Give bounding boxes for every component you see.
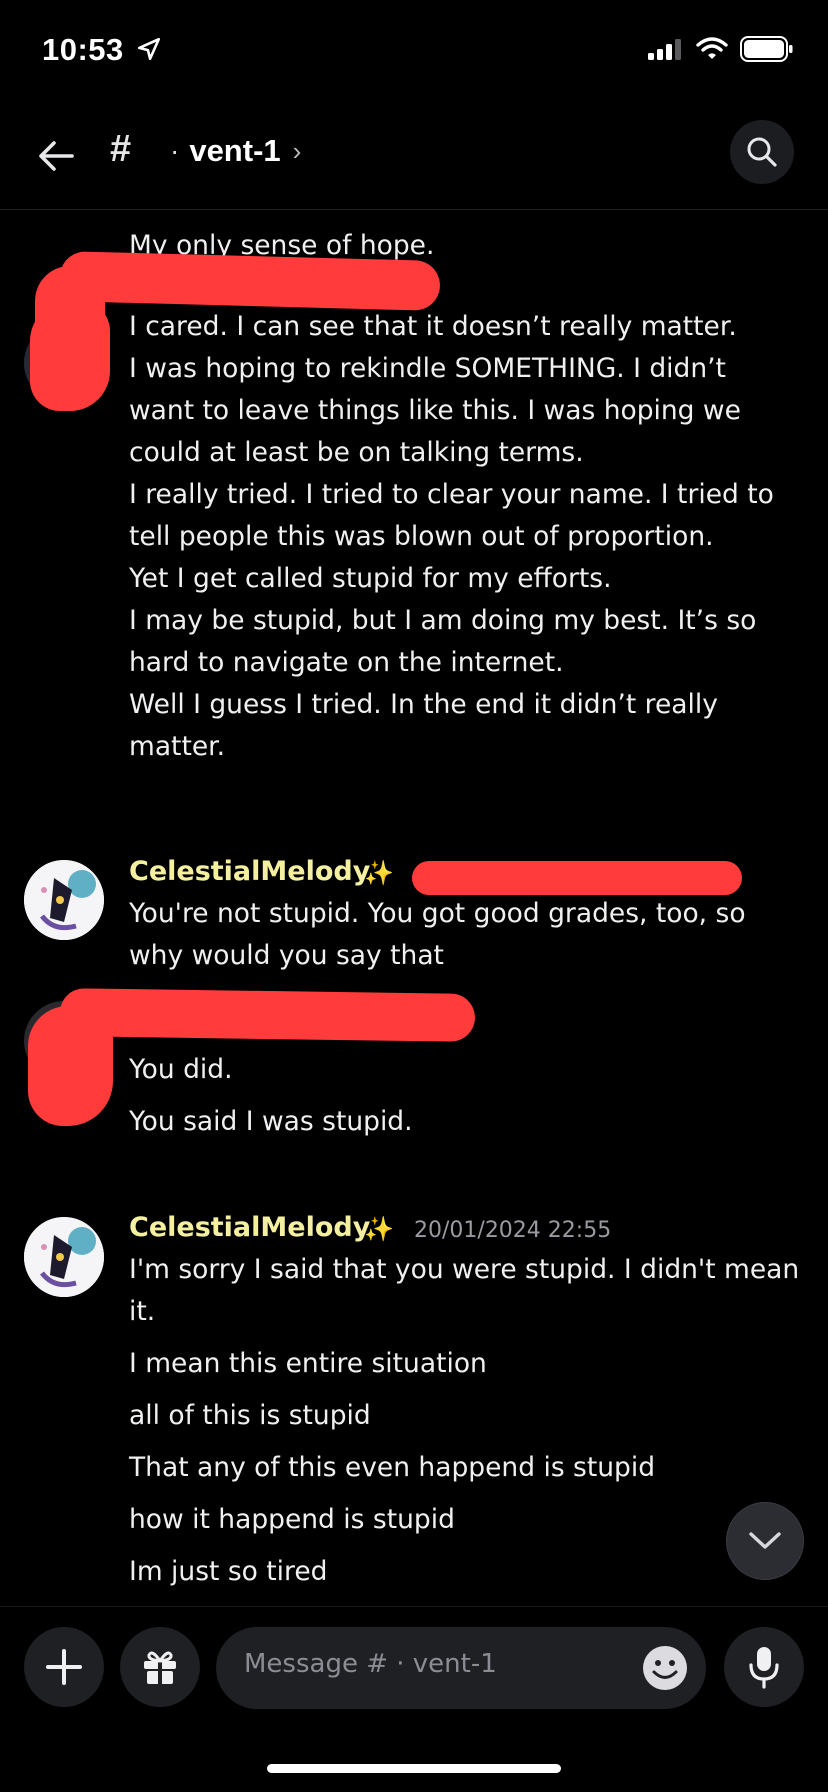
message-input[interactable]: Message # · vent-1 [216, 1627, 706, 1709]
avatar[interactable] [24, 1217, 104, 1297]
message-line: tell people this was blown out of propor… [129, 521, 714, 552]
gift-button[interactable] [120, 1627, 200, 1707]
sparkles-icon: ✨ [364, 1216, 394, 1243]
chevron-down-icon [749, 1532, 781, 1549]
redaction-mark [59, 988, 476, 1042]
message-composer: Message # · vent-1 [0, 1606, 828, 1726]
message-timestamp: 20/01/2024 22:55 [414, 1218, 612, 1243]
gift-icon [144, 1651, 176, 1684]
message-line: You did. [129, 1054, 233, 1085]
sparkles-icon: ✨ [364, 860, 394, 887]
channel-title[interactable]: · vent-1 › [170, 133, 301, 169]
message-line: I'm sorry I said that you were stupid. I… [129, 1254, 800, 1285]
cellular-signal-icon [648, 38, 684, 65]
search-button[interactable] [730, 120, 794, 184]
username[interactable]: CelestialMelody [129, 1212, 370, 1243]
avatar-image [24, 1217, 104, 1297]
redaction-mark [35, 266, 105, 356]
voice-message-button[interactable] [724, 1627, 804, 1707]
message-line: all of this is stupid [129, 1400, 371, 1431]
location-arrow-icon [136, 36, 162, 67]
jump-to-bottom-button[interactable] [726, 1502, 804, 1580]
redaction-mark [59, 251, 441, 311]
channel-hash-icon: # [110, 128, 132, 170]
wifi-icon [696, 37, 728, 66]
avatar[interactable] [24, 860, 104, 940]
microphone-icon [749, 1647, 779, 1689]
message-line: I cared. I can see that it doesn’t reall… [129, 311, 737, 342]
redaction-mark [412, 861, 742, 895]
smiley-icon [643, 1646, 687, 1690]
message-line: I may be stupid, but I am doing my best.… [129, 605, 757, 636]
message-line: how it happend is stupid [129, 1504, 455, 1535]
message-line: hard to navigate on the internet. [129, 647, 564, 678]
message-input-placeholder: Message # · vent-1 [244, 1649, 497, 1679]
message-line: You said I was stupid. [129, 1106, 413, 1137]
message-line: Well I guess I tried. In the end it didn… [129, 689, 718, 720]
status-icons [648, 36, 794, 67]
message-line: matter. [129, 731, 226, 762]
message-line: I really tried. I tried to clear your na… [129, 479, 774, 510]
home-indicator[interactable] [267, 1764, 561, 1773]
battery-icon [740, 36, 794, 67]
avatar-image [24, 860, 104, 940]
chevron-right-icon: › [292, 135, 302, 166]
message-line: Im just so tired [129, 1556, 328, 1587]
username[interactable]: CelestialMelody [129, 856, 370, 887]
message-line: Yet I get called stupid for my efforts. [129, 563, 612, 594]
message-line: I was hoping to rekindle SOMETHING. I di… [129, 353, 726, 384]
search-icon [747, 137, 777, 167]
status-bar: 10:53 [0, 0, 828, 100]
message-line: want to leave things like this. I was ho… [129, 395, 741, 426]
arrow-left-icon [39, 141, 74, 171]
message-line: That any of this even happend is stupid [129, 1452, 656, 1483]
status-time: 10:53 [42, 32, 124, 67]
message-line: I mean this entire situation [129, 1348, 487, 1379]
message-line: could at least be on talking terms. [129, 437, 584, 468]
message-line: it. [129, 1296, 156, 1327]
message-list[interactable]: My only sense of hope. I cared. I can se… [0, 211, 828, 1606]
plus-icon [46, 1649, 82, 1685]
emoji-button[interactable] [642, 1645, 688, 1691]
back-button[interactable] [30, 130, 82, 182]
message-line: You're not stupid. You got good grades, … [129, 898, 746, 929]
channel-name: vent-1 [189, 133, 281, 168]
channel-header: # · vent-1 › [0, 100, 828, 210]
message-line: why would you say that [129, 940, 444, 971]
channel-dot: · [170, 135, 180, 166]
add-attachment-button[interactable] [24, 1627, 104, 1707]
